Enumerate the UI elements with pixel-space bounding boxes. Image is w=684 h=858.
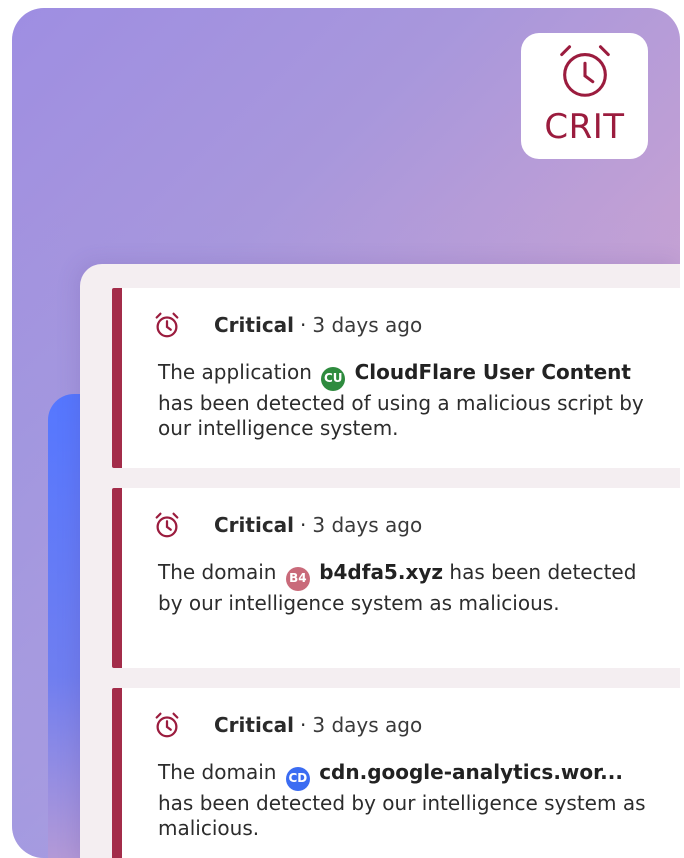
alert-text-before: The domain (158, 760, 277, 784)
alert-message: The domain B4 b4dfa5.xyz has been detect… (158, 560, 658, 616)
alarm-clock-icon (155, 712, 179, 738)
entity-avatar: B4 (285, 566, 310, 591)
alert-item[interactable]: Critical · 3 days ago The application CU… (112, 288, 680, 468)
alert-text-before: The application (158, 360, 312, 384)
alert-header: Critical · 3 days ago (152, 310, 422, 340)
alert-text-after: has been detected of using a malicious s… (158, 390, 644, 440)
alert-entity-name[interactable]: CloudFlare User Content (355, 360, 631, 384)
alerts-card: Critical · 3 days ago The application CU… (80, 264, 680, 858)
alert-timestamp: 3 days ago (312, 313, 423, 337)
alert-separator: · (300, 713, 307, 737)
alert-severity: Critical (214, 313, 295, 337)
alert-message: The domain CD cdn.google-analytics.wor..… (158, 760, 658, 841)
alert-header: Critical · 3 days ago (152, 510, 422, 540)
alert-text-after: has been detected by our intelligence sy… (158, 790, 646, 840)
alert-item[interactable]: Critical · 3 days ago The domain B4 b4df… (112, 488, 680, 668)
alert-separator: · (300, 513, 307, 537)
alert-timestamp: 3 days ago (312, 513, 423, 537)
background-panel: CRIT Critical · 3 days ago The applicati… (12, 8, 680, 858)
alarm-clock-icon (155, 312, 179, 338)
alert-text-before: The domain (158, 560, 277, 584)
alert-item[interactable]: Critical · 3 days ago The domain CD cdn.… (112, 688, 680, 858)
alert-severity: Critical (214, 713, 295, 737)
severity-badge-label: CRIT (544, 107, 625, 147)
severity-badge: CRIT (521, 33, 648, 159)
alert-severity: Critical (214, 513, 295, 537)
alert-header: Critical · 3 days ago (152, 710, 422, 740)
alert-timestamp: 3 days ago (312, 713, 423, 737)
alert-separator: · (300, 313, 307, 337)
alarm-clock-icon (155, 512, 179, 538)
entity-avatar: CD (285, 766, 310, 791)
alert-entity-name[interactable]: b4dfa5.xyz (319, 560, 443, 584)
alarm-clock-icon (559, 45, 610, 97)
alert-message: The application CU CloudFlare User Conte… (158, 360, 658, 441)
entity-avatar: CU (321, 366, 346, 391)
alert-entity-name[interactable]: cdn.google-analytics.wor... (319, 760, 623, 784)
